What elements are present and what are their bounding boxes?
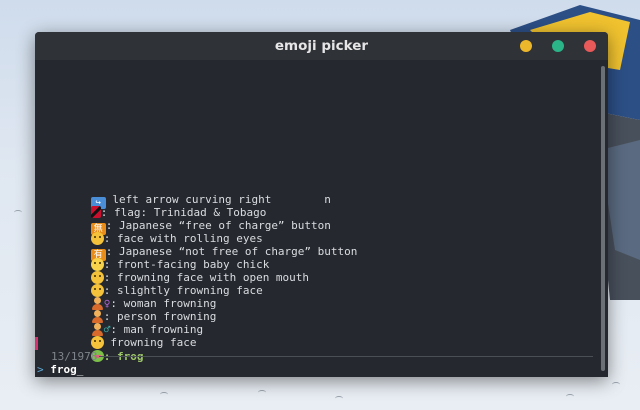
seagull-graphic bbox=[258, 390, 266, 395]
list-item[interactable]: : person frowning bbox=[51, 297, 216, 323]
seagull-graphic bbox=[612, 382, 620, 387]
title-bar[interactable]: emoji picker bbox=[35, 32, 608, 60]
list-item[interactable]: : flag: Trinidad & Tobago bbox=[51, 193, 266, 219]
seagull-graphic bbox=[160, 392, 168, 397]
search-input[interactable]: frog bbox=[50, 363, 77, 376]
prompt-symbol: > bbox=[37, 363, 44, 376]
seagull-graphic bbox=[566, 394, 574, 399]
selection-marker bbox=[35, 337, 38, 350]
list-item[interactable]: ↪ left arrow curving right n bbox=[51, 180, 331, 209]
list-item[interactable]: frowning face bbox=[51, 323, 196, 349]
minimize-button[interactable] bbox=[520, 40, 532, 52]
maximize-button[interactable] bbox=[552, 40, 564, 52]
list-item[interactable]: 有: Japanese “not free of charge” button bbox=[51, 232, 357, 261]
seagull-graphic bbox=[14, 210, 22, 215]
list-item[interactable]: ♂: man frowning bbox=[51, 310, 203, 336]
match-counter: 13/1978 bbox=[51, 350, 98, 363]
seagull-graphic bbox=[335, 396, 343, 401]
list-item[interactable]: 無: Japanese “free of charge” button bbox=[51, 206, 331, 235]
list-item[interactable]: : face with rolling eyes bbox=[51, 219, 263, 245]
selected-list-item[interactable]: : frog bbox=[51, 337, 144, 363]
close-button[interactable] bbox=[584, 40, 596, 52]
list-item[interactable]: : frowning face with open mouth bbox=[51, 258, 309, 284]
scrollbar[interactable] bbox=[601, 66, 605, 371]
search-prompt[interactable]: > frog_ bbox=[37, 363, 83, 376]
list-item[interactable]: ♀: woman frowning bbox=[51, 284, 216, 310]
terminal-area[interactable]: ↪ left arrow curving right n : flag: Tri… bbox=[35, 60, 608, 377]
list-item[interactable]: : front-facing baby chick bbox=[51, 245, 269, 271]
text-cursor: _ bbox=[76, 363, 84, 376]
emoji-picker-window: emoji picker ↪ left arrow curving right … bbox=[35, 32, 608, 377]
list-item[interactable]: : slightly frowning face bbox=[51, 271, 263, 297]
counter-divider bbox=[99, 356, 593, 357]
